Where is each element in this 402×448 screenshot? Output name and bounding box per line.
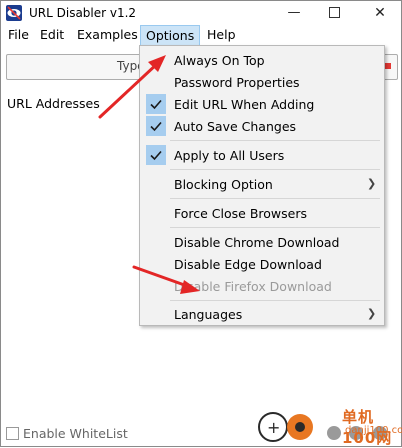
svg-text:+: +: [267, 418, 280, 437]
watermark-url: danji100.com: [345, 425, 402, 436]
annotation-arrows: [98, 55, 200, 294]
arrow-to-options-menu: [98, 55, 166, 119]
arrow-to-edge-download: [132, 265, 200, 294]
